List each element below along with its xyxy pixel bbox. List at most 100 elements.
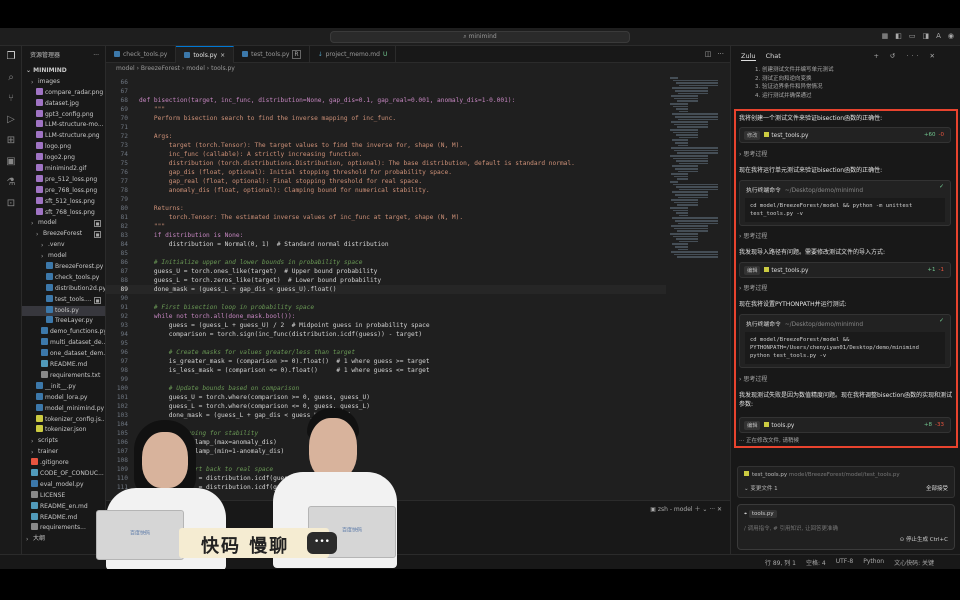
file-change-card[interactable]: 编辑 tools.py +8 -33 (739, 417, 951, 433)
tree-file[interactable]: multi_dataset_de... (22, 338, 105, 349)
tree-file[interactable]: distribution2d.py (22, 283, 105, 295)
font-icon[interactable]: A (936, 32, 941, 40)
layout-icon[interactable]: ▦ (882, 32, 889, 40)
code-line[interactable]: 81 torch.Tensor: The estimated inverse v… (106, 213, 666, 222)
search-icon[interactable]: ⌕ (0, 67, 22, 88)
tree-folder[interactable]: › BreezeForest ■ (22, 229, 105, 240)
language-mode[interactable]: Python (863, 558, 884, 567)
tree-file[interactable]: __init__.py (22, 381, 105, 393)
close-icon[interactable]: ✕ (930, 52, 938, 60)
cursor-position[interactable]: 行 89, 列 1 (765, 558, 796, 567)
tree-file[interactable]: dataset.jpg (22, 98, 105, 110)
tree-file[interactable]: demo_functions.py (22, 327, 105, 338)
tree-file[interactable]: pre_768_loss.png (22, 185, 105, 197)
tree-file[interactable]: LLM-structure-mo... (22, 120, 105, 131)
history-icon[interactable]: ↺ (890, 52, 898, 60)
tree-file[interactable]: logo.png (22, 142, 105, 153)
tree-folder[interactable]: › model ■ (22, 218, 105, 229)
code-line[interactable]: 74 inc_func (callable): A strictly incre… (106, 150, 666, 159)
code-line[interactable]: 84 distribution = Normal(0, 1) # Standar… (106, 240, 666, 249)
tree-file[interactable]: TreeLayer.py (22, 316, 105, 327)
tree-file[interactable]: gpt3_config.png (22, 109, 105, 121)
code-line[interactable]: 78 anomaly_dis (float, optional): Clampi… (106, 186, 666, 195)
new-chat-icon[interactable]: + (873, 52, 881, 60)
code-line[interactable]: 94 comparison = torch.sign(inc_func(dist… (106, 330, 666, 339)
code-line[interactable]: 80 Returns: (106, 204, 666, 213)
file-change-card[interactable]: 修改 test_tools.py +60 -0 (739, 127, 951, 143)
code-line[interactable]: 67 (106, 87, 666, 96)
tree-file[interactable]: README.md (22, 360, 105, 371)
tree-file[interactable]: sft_768_loss.png (22, 207, 105, 219)
thinking-toggle[interactable]: 思考过程 (739, 150, 953, 159)
stop-button[interactable]: ⊙ 停止生成 Ctrl+C (900, 535, 948, 543)
breadcrumb[interactable]: model › BreezeForest › model › tools.py (106, 63, 730, 75)
tree-file[interactable]: one_dataset_dem... (22, 349, 105, 360)
code-line[interactable]: 87 guess_U = torch.ones_like(target) # U… (106, 267, 666, 276)
code-line[interactable]: 82 """ (106, 222, 666, 231)
tree-file[interactable]: BreezeForest.py (22, 262, 105, 273)
attach-icon[interactable]: ⌖ (744, 511, 747, 517)
code-line[interactable]: 71 (106, 123, 666, 132)
tree-folder[interactable]: › .venv (22, 240, 105, 251)
tree-file[interactable]: logo2.png (22, 153, 105, 164)
code-line[interactable]: 69 """ (106, 105, 666, 114)
tree-folder[interactable]: › model (22, 251, 105, 262)
sidebar-toggle-icon[interactable]: ◧ (895, 32, 902, 40)
tree-file[interactable]: compare_radar.png (22, 87, 105, 99)
code-line[interactable]: 79 (106, 195, 666, 204)
tab-zulu[interactable]: Zulu (741, 52, 756, 61)
tree-file[interactable]: sft_512_loss.png (22, 196, 105, 208)
tab-project-memo[interactable]: ↓ project_memo.md U (310, 46, 397, 63)
accept-all-button[interactable]: 全部接受 (926, 484, 948, 492)
split-editor-icon[interactable]: ◫ (705, 50, 712, 58)
code-line[interactable]: 89 done_mask = (guess_L + gap_dis < gues… (106, 285, 666, 294)
thinking-toggle[interactable]: 思考过程 (739, 284, 953, 293)
code-line[interactable]: 66 (106, 78, 666, 87)
code-line[interactable]: 96 # Create masks for values greater/les… (106, 348, 666, 357)
testing-icon[interactable]: ⚗ (0, 172, 22, 193)
code-line[interactable]: 77 gap_real (float, optional): Final sto… (106, 177, 666, 186)
code-line[interactable]: 97 is_greater_mask = (comparison >= 0).f… (106, 357, 666, 366)
more-icon[interactable]: ··· (93, 46, 99, 66)
extensions-icon[interactable]: ⊞ (0, 130, 22, 151)
code-line[interactable]: 100 # Update bounds based on comparison (106, 384, 666, 393)
code-line[interactable]: 91 # First bisection loop in probability… (106, 303, 666, 312)
code-line[interactable]: 99 (106, 375, 666, 384)
tab-test-tools[interactable]: test_tools.py R (234, 46, 310, 63)
context-file-chip[interactable]: tools.py (748, 510, 777, 518)
code-line[interactable]: 76 gap_dis (float, optional): Initial st… (106, 168, 666, 177)
terminal-command-card[interactable]: 执行终端命令 ~/Desktop/demo/minimind ✓ cd model/… (739, 180, 951, 226)
code-line[interactable]: 95 (106, 339, 666, 348)
run-debug-icon[interactable]: ▷ (0, 109, 22, 130)
code-line[interactable]: 86 # Initialize upper and lower bounds i… (106, 258, 666, 267)
tree-file[interactable]: requirements.txt (22, 370, 105, 382)
source-control-icon[interactable]: ⑂ (0, 88, 22, 109)
tab-chat[interactable]: Chat (766, 52, 781, 60)
more-icon[interactable]: ··· (906, 52, 921, 60)
account-icon[interactable]: ◉ (948, 32, 954, 40)
tree-file[interactable]: test_tools.... ■ (22, 294, 105, 306)
tree-file[interactable]: pre_512_loss.png (22, 174, 105, 186)
ai-status[interactable]: 文心快码: 关键 (894, 558, 934, 567)
tree-file[interactable]: check_tools.py (22, 272, 105, 284)
encoding[interactable]: UTF-8 (836, 558, 854, 567)
explorer-icon[interactable]: ❐ (0, 46, 22, 67)
tree-file[interactable]: LLM-structure.png (22, 131, 105, 142)
tab-tools[interactable]: tools.py × (176, 46, 235, 63)
panel-toggle-icon[interactable]: ▭ (909, 32, 916, 40)
more-actions-icon[interactable]: ··· (717, 50, 724, 58)
file-change-card[interactable]: 编辑 test_tools.py +1 -1 (739, 262, 951, 278)
code-line[interactable]: 88 guess_L = torch.zeros_like(target) # … (106, 276, 666, 285)
code-line[interactable]: 90 (106, 294, 666, 303)
tree-folder[interactable]: › images (22, 77, 105, 88)
code-line[interactable]: 85 (106, 249, 666, 258)
code-line[interactable]: 72 Args: (106, 132, 666, 141)
thinking-toggle[interactable]: 思考过程 (739, 232, 953, 241)
chat-input[interactable]: ⌖ tools.py / 调用指令, # 引用知识, 让回答更准确 ⊙ 停止生成… (737, 504, 955, 550)
code-line[interactable]: 70 Perform bisection search to find the … (106, 114, 666, 123)
thinking-toggle[interactable]: 思考过程 (739, 375, 953, 384)
remote-icon[interactable]: ▣ (0, 151, 22, 172)
indentation[interactable]: 空格: 4 (806, 558, 826, 567)
minimap[interactable] (666, 75, 730, 505)
tree-file[interactable]: minimind2.gif (22, 164, 105, 175)
